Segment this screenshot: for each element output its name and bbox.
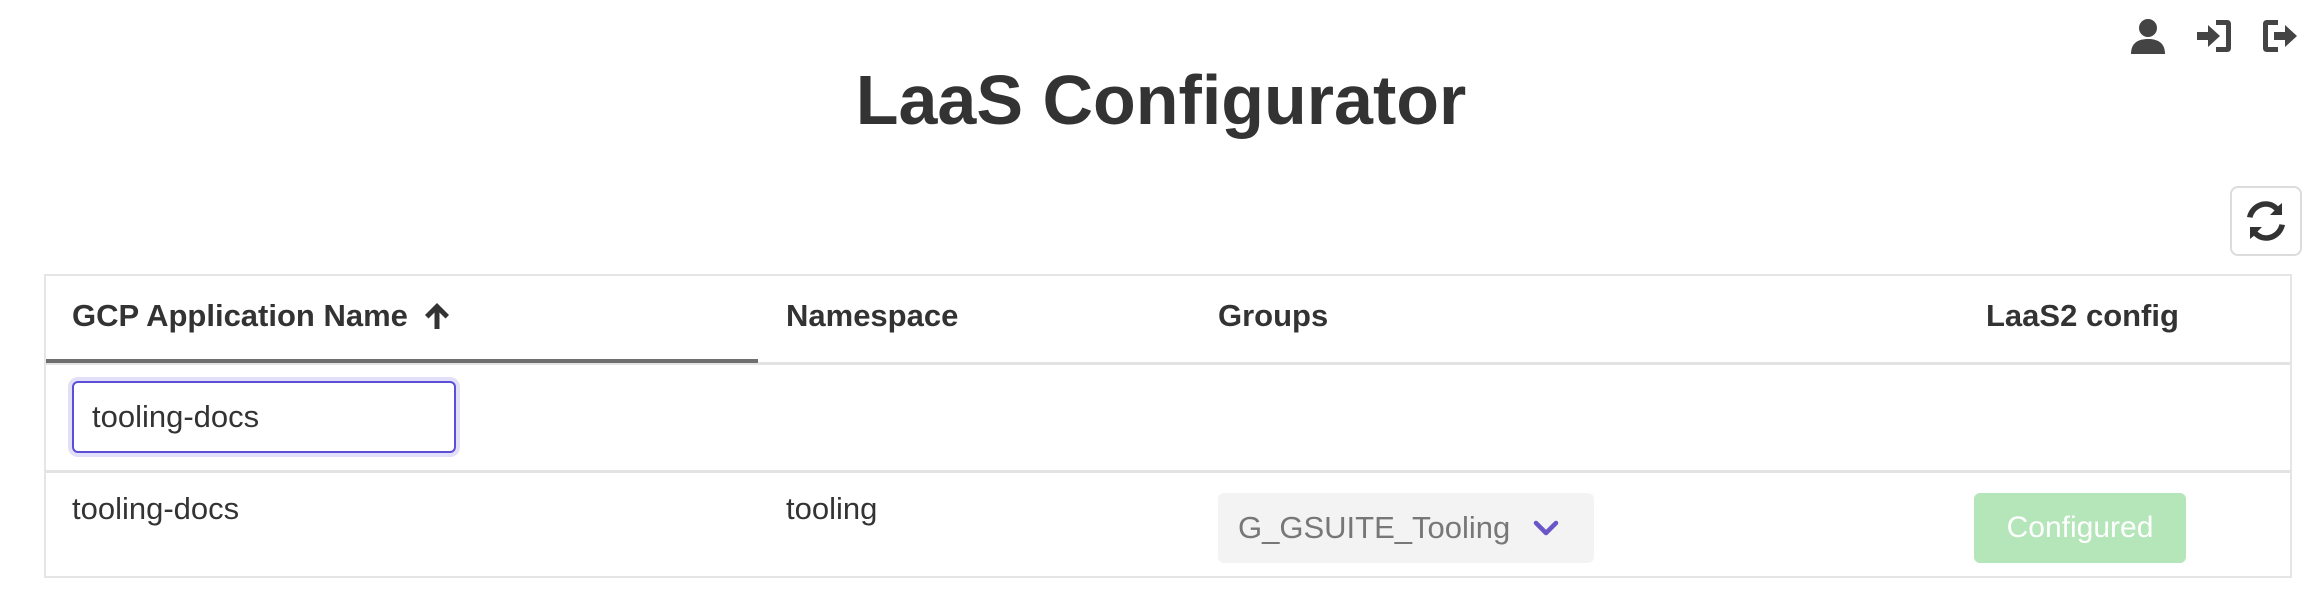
sign-in-icon[interactable] [2192, 14, 2236, 58]
refresh-icon [2247, 201, 2285, 241]
top-icon-bar [2126, 14, 2302, 58]
column-header-laas2-config[interactable]: LaaS2 config [1986, 298, 2179, 334]
column-header-groups[interactable]: Groups [1218, 298, 1328, 334]
applications-table: GCP Application Name Namespace Groups La… [44, 274, 2292, 578]
page-title: LaaS Configurator [855, 61, 1467, 139]
column-header-namespace[interactable]: Namespace [786, 298, 958, 334]
groups-select-value: G_GSUITE_Tooling [1238, 510, 1511, 545]
table-row: tooling-docs tooling G_GSUITE_Tooling Co… [46, 473, 2290, 577]
arrow-up-icon [422, 301, 452, 331]
column-header-app-name[interactable]: GCP Application Name [72, 298, 452, 334]
column-header-app-name-label: GCP Application Name [72, 298, 408, 333]
namespace-cell: tooling [786, 491, 878, 526]
table-header-row: GCP Application Name Namespace Groups La… [46, 276, 2290, 365]
chevron-down-icon [1532, 514, 1560, 542]
sign-out-icon[interactable] [2258, 14, 2302, 58]
app-name-cell: tooling-docs [72, 491, 240, 526]
app-name-filter-input[interactable] [72, 381, 456, 453]
configured-button[interactable]: Configured [1974, 493, 2186, 563]
refresh-button[interactable] [2230, 186, 2302, 256]
sort-indicator [46, 359, 758, 363]
user-icon[interactable] [2126, 14, 2170, 58]
groups-select[interactable]: G_GSUITE_Tooling [1218, 493, 1594, 563]
filter-row [46, 365, 2290, 473]
